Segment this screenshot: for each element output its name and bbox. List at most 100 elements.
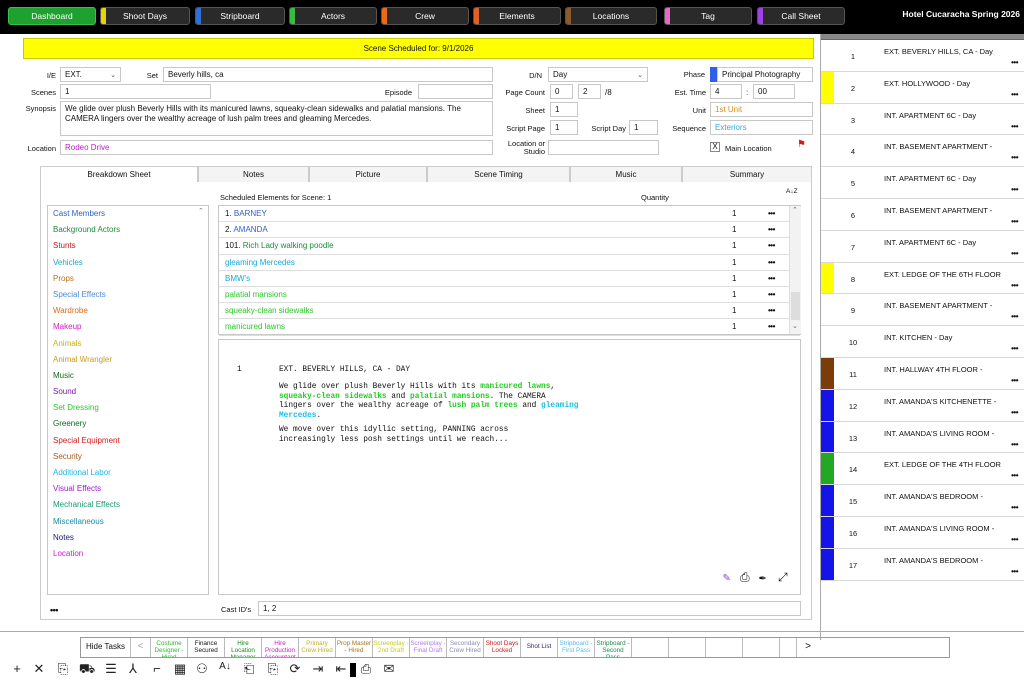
strip-row[interactable]: 15 INT. AMANDA'S BEDROOM - ••• xyxy=(821,485,1024,517)
category-stunts[interactable]: Stunts xyxy=(48,238,208,254)
category-background-actors[interactable]: Background Actors xyxy=(48,222,208,238)
element-row[interactable]: manicured lawns 1 ••• xyxy=(219,319,800,336)
category-visual-effects[interactable]: Visual Effects xyxy=(48,481,208,497)
categories-more-button[interactable]: ••• xyxy=(50,605,58,615)
task-item[interactable]: Primary Crew Hired xyxy=(299,638,336,657)
episode-field[interactable] xyxy=(418,84,493,99)
strip-row[interactable]: 17 INT. AMANDA'S BEDROOM - ••• xyxy=(821,548,1024,581)
expand-icon[interactable]: ⤢ xyxy=(778,572,788,584)
task-item[interactable]: Screenplay - 2nd Draft xyxy=(373,638,410,657)
email-icon[interactable]: ✉ xyxy=(380,661,398,677)
tab-music[interactable]: Music xyxy=(570,166,682,182)
task-item[interactable]: Finance Secured xyxy=(188,638,225,657)
strip-row[interactable]: 1 EXT. BEVERLY HILLS, CA - Day ••• xyxy=(821,40,1024,72)
strip-row[interactable]: 16 INT. AMANDA'S LIVING ROOM - ••• xyxy=(821,516,1024,549)
task-item[interactable]: Prop Master - Hired xyxy=(336,638,373,657)
tab-actors[interactable]: Actors xyxy=(289,7,377,25)
hide-tasks-button[interactable]: Hide Tasks xyxy=(81,638,131,657)
est-time-hours[interactable]: 4 xyxy=(710,84,742,99)
strip-more-button[interactable]: ••• xyxy=(1011,535,1018,544)
strip-more-button[interactable]: ••• xyxy=(1011,312,1018,321)
tab-dashboard[interactable]: Dashboard xyxy=(8,7,96,25)
print-icon[interactable]: ⎙ xyxy=(357,661,375,677)
sheet-field[interactable]: 1 xyxy=(550,102,578,117)
task-item[interactable]: Costume Designer - Hired xyxy=(151,638,188,657)
synopsis-field[interactable]: We glide over plush Beverly Hills with i… xyxy=(60,101,493,136)
tab-tag[interactable]: Tag xyxy=(664,7,752,25)
highlighter-icon[interactable]: ✎ xyxy=(723,572,730,584)
tagged-element[interactable]: palatial mansions xyxy=(410,393,490,401)
strip-more-button[interactable]: ••• xyxy=(1011,90,1018,99)
script-page-field[interactable]: 1 xyxy=(550,120,578,135)
strip-more-button[interactable]: ••• xyxy=(1011,471,1018,480)
eyedropper-icon[interactable]: ⌐ xyxy=(148,661,166,676)
tab-picture[interactable]: Picture xyxy=(309,166,427,182)
category-location[interactable]: Location xyxy=(48,546,208,562)
strip-row[interactable]: 8 EXT. LEDGE OF THE 6TH FLOOR ••• xyxy=(821,262,1024,295)
strip-row[interactable]: 5 INT. APARTMENT 6C - Day ••• xyxy=(821,167,1024,199)
script-day-field[interactable]: 1 xyxy=(629,120,658,135)
duplicate-icon[interactable]: ⎘ xyxy=(54,661,72,677)
strip-more-button[interactable]: ••• xyxy=(1011,249,1018,258)
category-greenery[interactable]: Greenery xyxy=(48,416,208,432)
task-item[interactable]: Shot List xyxy=(521,638,558,657)
tab-summary[interactable]: Summary xyxy=(682,166,812,182)
strip-row[interactable]: 6 INT. BASEMENT APARTMENT - ••• xyxy=(821,198,1024,231)
strip-more-button[interactable]: ••• xyxy=(1011,153,1018,162)
dn-dropdown[interactable]: Day ⌄ xyxy=(548,67,648,82)
strip-more-button[interactable]: ••• xyxy=(1011,281,1018,290)
flag-icon[interactable]: ⚑ xyxy=(797,139,806,150)
strip-more-button[interactable]: ••• xyxy=(1011,567,1018,576)
elements-scrollbar[interactable]: ⌃ ⌄ xyxy=(789,206,801,334)
task-item[interactable]: Screenplay - Final Draft xyxy=(410,638,447,657)
tab-scene-timing[interactable]: Scene Timing xyxy=(427,166,570,182)
category-miscellaneous[interactable]: Miscellaneous xyxy=(48,514,208,530)
tab-call-sheet[interactable]: Call Sheet xyxy=(757,7,845,25)
task-item[interactable]: Shoot Days Locked xyxy=(484,638,521,657)
est-time-minutes[interactable]: 00 xyxy=(753,84,795,99)
binoculars-icon[interactable]: ⛟ xyxy=(78,661,96,679)
tab-elements[interactable]: Elements xyxy=(473,7,561,25)
print-icon[interactable]: ⎙ xyxy=(740,572,750,584)
tab-shoot-days[interactable]: Shoot Days xyxy=(100,7,190,25)
cast-ids-field[interactable]: 1, 2 xyxy=(258,601,801,616)
delete-icon[interactable]: ✕ xyxy=(30,661,48,677)
element-row[interactable]: BMW's 1 ••• xyxy=(219,271,800,287)
category-set-dressing[interactable]: Set Dressing xyxy=(48,400,208,416)
tagged-element[interactable]: manicured lawns xyxy=(480,383,550,391)
set-field[interactable]: Beverly hills, ca xyxy=(163,67,493,82)
scenes-field[interactable]: 1 xyxy=(60,84,211,99)
page-count-whole[interactable]: 0 xyxy=(550,84,573,99)
category-props[interactable]: Props xyxy=(48,271,208,287)
pen-icon[interactable]: ✒ xyxy=(759,572,766,584)
element-more-button[interactable]: ••• xyxy=(768,319,775,334)
category-notes[interactable]: Notes xyxy=(48,530,208,546)
new-page-icon[interactable]: ⎗ xyxy=(240,661,258,677)
category-animal-wrangler[interactable]: Animal Wrangler xyxy=(48,352,208,368)
category-vehicles[interactable]: Vehicles xyxy=(48,255,208,271)
element-row[interactable]: gleaming Mercedes 1 ••• xyxy=(219,255,800,271)
task-item[interactable]: Secondary Crew Hired xyxy=(447,638,484,657)
category-cast-members[interactable]: Cast Members xyxy=(48,206,208,222)
strip-row[interactable]: 12 INT. AMANDA'S KITCHENETTE - ••• xyxy=(821,389,1024,422)
scroll-down-icon[interactable]: ⌄ xyxy=(792,322,798,330)
tab-stripboard[interactable]: Stripboard xyxy=(195,7,285,25)
task-item[interactable]: Stripboard - First Pass xyxy=(558,638,595,657)
list-icon[interactable]: ☰ xyxy=(102,661,120,677)
sequence-field[interactable]: Exteriors xyxy=(710,120,813,135)
sort-icon[interactable]: A↓ xyxy=(216,661,234,672)
tasks-prev-button[interactable]: < xyxy=(131,638,151,657)
element-more-button[interactable]: ••• xyxy=(768,303,775,318)
tab-breakdown-sheet[interactable]: Breakdown Sheet xyxy=(40,166,198,182)
tagged-element[interactable]: squeaky-clean sidewalks xyxy=(279,393,387,401)
category-sound[interactable]: Sound xyxy=(48,384,208,400)
main-location-checkbox[interactable]: X xyxy=(710,142,720,152)
page-count-eighths[interactable]: 2 xyxy=(578,84,601,99)
element-more-button[interactable]: ••• xyxy=(768,287,775,302)
add-icon[interactable]: + xyxy=(8,661,26,676)
tab-notes[interactable]: Notes xyxy=(198,166,309,182)
category-special-equipment[interactable]: Special Equipment xyxy=(48,433,208,449)
element-more-button[interactable]: ••• xyxy=(768,222,775,237)
strip-row[interactable]: 14 EXT. LEDGE OF THE 4TH FLOOR ••• xyxy=(821,453,1024,486)
element-row[interactable]: 101. Rich Lady walking poodle 1 ••• xyxy=(219,238,800,255)
